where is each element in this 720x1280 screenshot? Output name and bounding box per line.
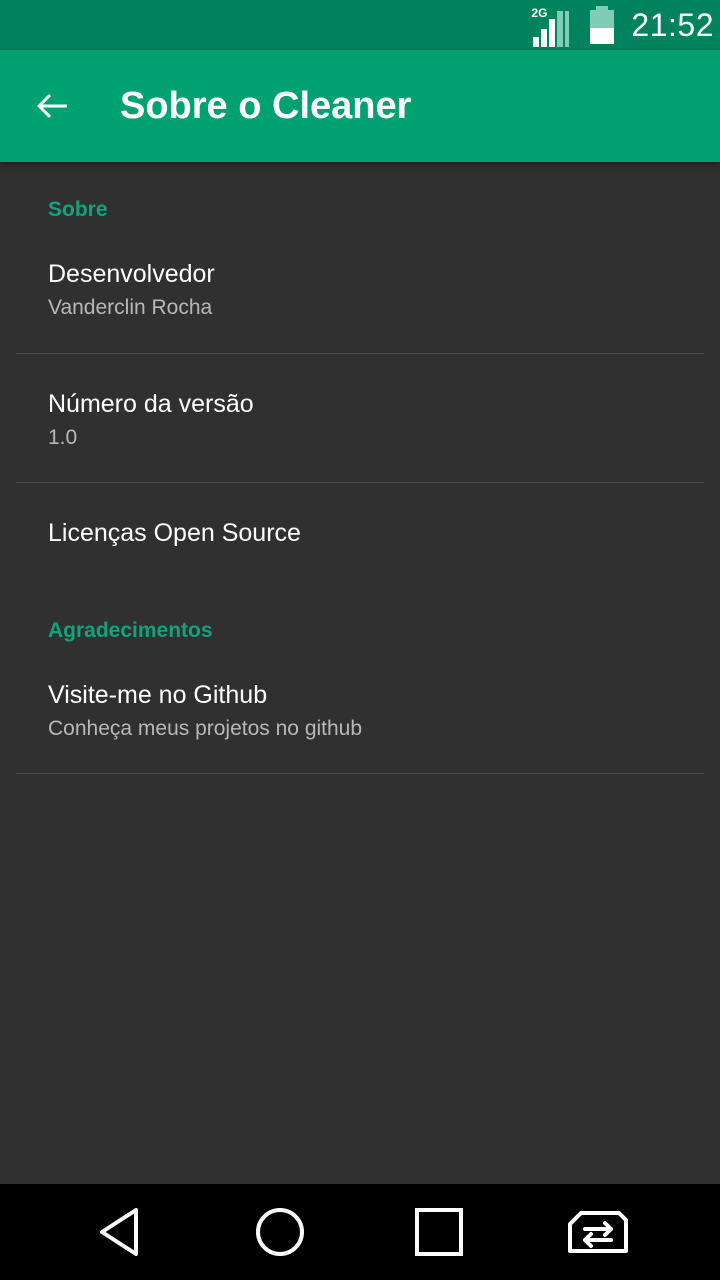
signal-indicator: 2G: [531, 5, 573, 47]
app-bar: Sobre o Cleaner: [0, 50, 720, 162]
divider: [16, 773, 704, 774]
sim-switch-icon: [568, 1211, 628, 1253]
category-header-agradecimentos: Agradecimentos: [48, 619, 213, 642]
pref-title: Visite-me no Github: [48, 681, 268, 709]
signal-icon: [533, 11, 570, 47]
arrow-back-icon: [37, 94, 67, 118]
status-icons: 2G 21:52: [531, 0, 714, 50]
nav-home-button[interactable]: [248, 1200, 312, 1264]
pref-item-developer[interactable]: Desenvolvedor Vanderclin Rocha: [0, 238, 720, 352]
battery-icon: [590, 6, 615, 44]
nav-sim-switch-button[interactable]: [566, 1200, 630, 1264]
status-bar: 2G 21:52: [0, 0, 720, 50]
category-header-sobre: Sobre: [48, 198, 108, 221]
status-clock: 21:52: [631, 7, 714, 43]
pref-item-version[interactable]: Número da versão 1.0: [0, 354, 720, 482]
nav-recents-button[interactable]: [407, 1200, 471, 1264]
pref-title: Licenças Open Source: [48, 519, 301, 547]
page-title: Sobre o Cleaner: [120, 85, 412, 127]
home-circle-icon: [256, 1208, 304, 1256]
pref-title: Desenvolvedor: [48, 260, 215, 288]
pref-summary: 1.0: [48, 426, 78, 449]
nav-back-button[interactable]: [88, 1200, 152, 1264]
pref-summary: Conheça meus projetos no github: [48, 717, 363, 740]
recents-square-icon: [415, 1208, 463, 1256]
back-button[interactable]: [24, 78, 80, 134]
pref-item-licenses[interactable]: Licenças Open Source: [0, 483, 720, 583]
back-triangle-icon: [100, 1208, 138, 1256]
pref-summary: Vanderclin Rocha: [48, 296, 213, 319]
pref-title: Número da versão: [48, 390, 254, 418]
pref-item-github[interactable]: Visite-me no Github Conheça meus projeto…: [0, 659, 720, 773]
navigation-bar: [0, 1184, 720, 1280]
